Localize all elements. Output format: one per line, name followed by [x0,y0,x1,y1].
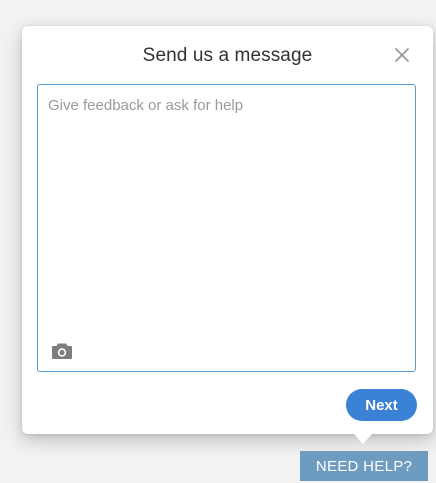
dialog-title: Send us a message [142,45,313,66]
message-input[interactable] [38,85,415,371]
dialog-pointer-arrow [354,434,372,444]
message-dialog: Send us a message Next [22,26,433,434]
camera-icon[interactable] [51,342,73,360]
need-help-button[interactable]: NEED HELP? [300,451,428,481]
next-button[interactable]: Next [346,389,417,421]
message-box [37,84,416,372]
close-icon[interactable] [391,44,413,66]
